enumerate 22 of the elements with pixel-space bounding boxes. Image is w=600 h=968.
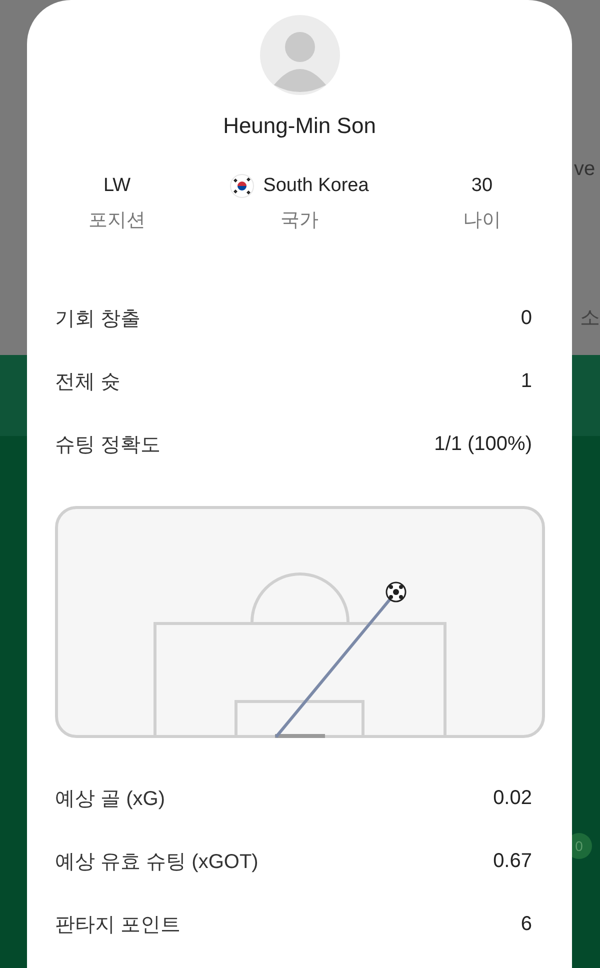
info-label: 포지션 [88, 209, 146, 233]
stat-label: 예상 유효 슈팅 (xGOT) [55, 850, 258, 875]
info-value: South Korea [263, 174, 369, 198]
avatar-icon [260, 15, 340, 95]
stat-value: 0.67 [493, 850, 532, 873]
info-label: 국가 [280, 209, 318, 233]
stat-label: 판타지 포인트 [55, 913, 181, 938]
stat-label: 예상 골 (xG) [55, 787, 165, 812]
player-name: Heung-Min Son [223, 112, 376, 140]
flag-icon [230, 174, 254, 198]
stat-value: 1/1 (100%) [434, 433, 532, 456]
stat-value: 1 [520, 370, 532, 393]
stat-value: 0 [520, 307, 532, 330]
stat-label: 기회 창출 [55, 307, 141, 332]
stat-value: 6 [520, 913, 532, 936]
stat-label: 슈팅 정확도 [55, 433, 161, 458]
info-label: 나이 [463, 209, 501, 233]
info-value: 30 [471, 174, 493, 198]
stat-value: 0.02 [493, 787, 532, 810]
info-value: LW [103, 174, 131, 198]
background-text: ve [574, 158, 596, 181]
stat-label: 전체 슛 [55, 370, 121, 395]
